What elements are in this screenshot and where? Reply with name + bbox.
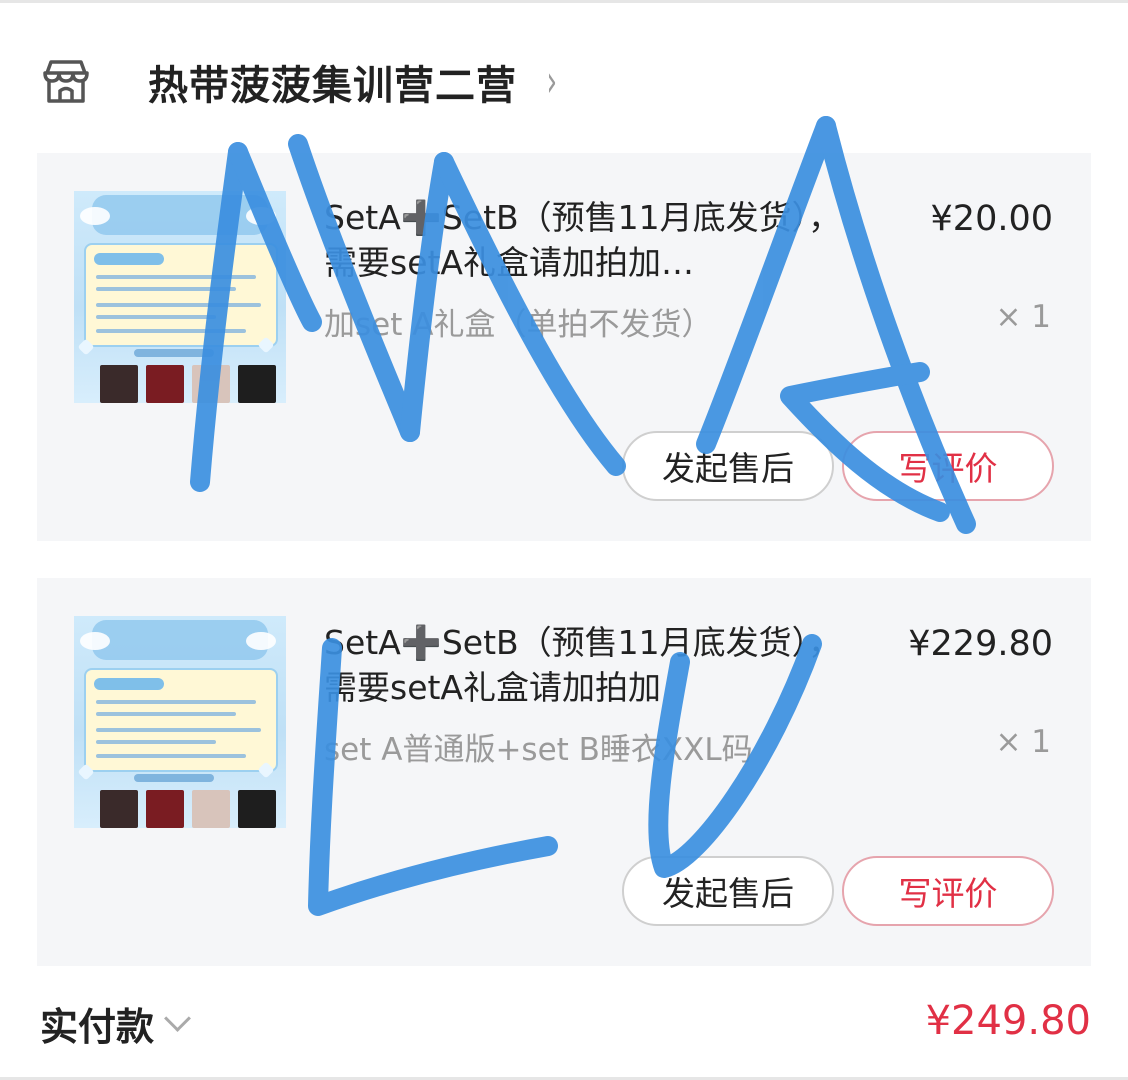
- top-divider: [0, 0, 1128, 3]
- shop-name[interactable]: 热带菠菠集训营二营: [148, 53, 517, 111]
- chevron-down-icon[interactable]: [164, 1005, 191, 1032]
- chevron-right-icon[interactable]: ›: [547, 60, 558, 104]
- order-item[interactable]: SetA➕SetB（预售11月底发货），需要setA礼盒请加拍加… ¥20.00…: [37, 153, 1091, 541]
- write-review-button[interactable]: 写评价: [842, 856, 1054, 926]
- product-thumbnail[interactable]: [74, 616, 286, 828]
- product-title[interactable]: SetA➕SetB（预售11月底发货），需要setA礼盒请加拍加: [324, 620, 872, 710]
- product-price: ¥229.80: [908, 624, 1053, 664]
- shop-icon: [40, 56, 92, 108]
- paid-label: 实付款: [40, 1005, 155, 1049]
- after-sale-button[interactable]: 发起售后: [622, 431, 834, 501]
- write-review-button[interactable]: 写评价: [842, 431, 1054, 501]
- order-item[interactable]: SetA➕SetB（预售11月底发货），需要setA礼盒请加拍加 ¥229.80…: [37, 578, 1091, 966]
- shop-header[interactable]: 热带菠菠集训营二营 ›: [40, 50, 561, 114]
- product-sku: set A普通版+set B睡衣XXL码: [324, 732, 753, 768]
- product-sku: 加set A礼盒（单拍不发货）: [324, 307, 713, 343]
- product-title[interactable]: SetA➕SetB（预售11月底发货），需要setA礼盒请加拍加…: [324, 195, 872, 285]
- product-thumbnail[interactable]: [74, 191, 286, 403]
- paid-amount: ¥249.80: [925, 998, 1091, 1044]
- product-quantity: × 1: [995, 299, 1051, 335]
- after-sale-button[interactable]: 发起售后: [622, 856, 834, 926]
- product-price: ¥20.00: [930, 199, 1053, 239]
- product-quantity: × 1: [995, 724, 1051, 760]
- paid-total-toggle[interactable]: 实付款: [40, 996, 191, 1051]
